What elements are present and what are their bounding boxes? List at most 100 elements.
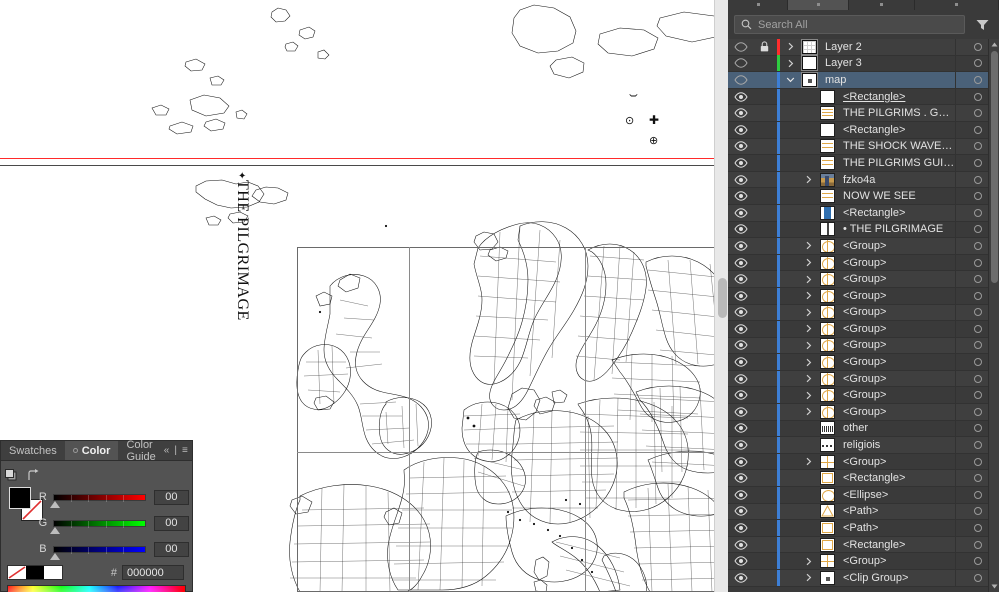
layer-row[interactable]: map bbox=[728, 72, 999, 89]
eye-open-icon[interactable] bbox=[728, 407, 754, 417]
eye-open-icon[interactable] bbox=[728, 340, 754, 350]
panel-tab-1[interactable] bbox=[728, 0, 787, 10]
layer-name[interactable]: <Rectangle> bbox=[838, 91, 955, 103]
channel-value-b[interactable]: 00 bbox=[154, 542, 189, 557]
layer-row[interactable]: <Group> bbox=[728, 305, 999, 322]
eye-open-icon[interactable] bbox=[728, 92, 754, 102]
layer-row[interactable]: <Group> bbox=[728, 454, 999, 471]
eye-open-icon[interactable] bbox=[728, 506, 754, 516]
layer-row[interactable]: <Group> bbox=[728, 238, 999, 255]
chevron-right-icon[interactable] bbox=[801, 275, 816, 284]
chevron-right-icon[interactable] bbox=[783, 42, 798, 51]
layer-name[interactable]: THE PILGRIMS GUIDE MAP bbox=[838, 157, 955, 169]
collapse-icon[interactable]: « bbox=[164, 445, 170, 456]
channel-value-r[interactable]: 00 bbox=[154, 490, 189, 505]
swap-fill-stroke-icon[interactable] bbox=[27, 469, 40, 482]
eye-open-icon[interactable] bbox=[728, 274, 754, 284]
channel-value-g[interactable]: 00 bbox=[154, 516, 189, 531]
layer-row[interactable]: <Group> bbox=[728, 288, 999, 305]
eye-open-icon[interactable] bbox=[728, 523, 754, 533]
eye-open-icon[interactable] bbox=[728, 307, 754, 317]
layer-row[interactable]: • THE PILGRIMAGE bbox=[728, 222, 999, 239]
chevron-right-icon[interactable] bbox=[801, 341, 816, 350]
layer-name[interactable]: THE SHOCK WAVES FROM ... bbox=[838, 140, 955, 152]
eye-open-icon[interactable] bbox=[728, 573, 754, 583]
layer-name[interactable]: <Rectangle> bbox=[838, 207, 955, 219]
layer-row[interactable]: THE SHOCK WAVES FROM ... bbox=[728, 139, 999, 156]
eye-open-icon[interactable] bbox=[728, 258, 754, 268]
layer-row[interactable]: <Group> bbox=[728, 271, 999, 288]
eye-closed-icon[interactable] bbox=[728, 58, 754, 68]
eye-open-icon[interactable] bbox=[728, 175, 754, 185]
eye-open-icon[interactable] bbox=[728, 390, 754, 400]
layer-name[interactable]: <Group> bbox=[838, 306, 955, 318]
eye-open-icon[interactable] bbox=[728, 556, 754, 566]
layer-name[interactable]: <Group> bbox=[838, 339, 955, 351]
chevron-right-icon[interactable] bbox=[801, 374, 816, 383]
layer-row[interactable]: religiois bbox=[728, 437, 999, 454]
color-spectrum-bar[interactable] bbox=[7, 585, 186, 592]
layer-row[interactable]: <Group> bbox=[728, 354, 999, 371]
panel-menu-icon[interactable]: ≡ bbox=[182, 445, 188, 456]
layer-row[interactable]: <Clip Group> bbox=[728, 570, 999, 587]
eye-open-icon[interactable] bbox=[728, 324, 754, 334]
layer-row[interactable]: <Path> bbox=[728, 504, 999, 521]
channel-knob-r[interactable] bbox=[50, 501, 60, 508]
chevron-right-icon[interactable] bbox=[801, 175, 816, 184]
canvas-scroll-thumb[interactable] bbox=[718, 278, 727, 318]
layer-row[interactable]: <Ellipse> bbox=[728, 487, 999, 504]
layers-scroll-thumb[interactable] bbox=[991, 51, 998, 283]
layer-name[interactable]: <Rectangle> bbox=[838, 539, 955, 551]
chevron-right-icon[interactable] bbox=[801, 573, 816, 582]
layer-name[interactable]: fzko4a bbox=[838, 174, 955, 186]
layer-row[interactable]: other bbox=[728, 421, 999, 438]
eye-open-icon[interactable] bbox=[728, 191, 754, 201]
eye-open-icon[interactable] bbox=[728, 241, 754, 251]
layer-name[interactable]: <Group> bbox=[838, 240, 955, 252]
swatch-white[interactable] bbox=[44, 566, 62, 579]
tab-color-guide[interactable]: Color Guide bbox=[118, 441, 163, 460]
eye-open-icon[interactable] bbox=[728, 423, 754, 433]
swatch-none[interactable] bbox=[8, 566, 26, 579]
layer-name[interactable]: religiois bbox=[838, 439, 955, 451]
layer-row[interactable]: <Rectangle> bbox=[728, 205, 999, 222]
layer-row[interactable]: <Group> bbox=[728, 553, 999, 570]
layer-list[interactable]: Layer 2Layer 3map<Rectangle>THE PILGRIMS… bbox=[728, 39, 999, 592]
eye-open-icon[interactable] bbox=[728, 490, 754, 500]
layers-scrollbar[interactable] bbox=[988, 39, 999, 592]
layer-name[interactable]: <Group> bbox=[838, 555, 955, 567]
filter-icon[interactable] bbox=[971, 15, 993, 34]
layer-row[interactable]: <Rectangle> bbox=[728, 537, 999, 554]
eye-open-icon[interactable] bbox=[728, 457, 754, 467]
eye-closed-icon[interactable] bbox=[728, 75, 754, 85]
chevron-right-icon[interactable] bbox=[801, 457, 816, 466]
panel-tab-layers[interactable] bbox=[788, 0, 847, 10]
layer-name[interactable]: <Group> bbox=[838, 356, 955, 368]
layer-row[interactable]: <Rectangle> bbox=[728, 470, 999, 487]
layer-name[interactable]: other bbox=[838, 422, 955, 434]
channel-slider-r[interactable] bbox=[53, 494, 146, 501]
eye-open-icon[interactable] bbox=[728, 374, 754, 384]
eye-open-icon[interactable] bbox=[728, 473, 754, 483]
eye-open-icon[interactable] bbox=[728, 208, 754, 218]
scroll-up-arrow[interactable] bbox=[989, 39, 999, 50]
layer-name[interactable]: <Group> bbox=[838, 456, 955, 468]
layer-name[interactable]: <Group> bbox=[838, 323, 955, 335]
chevron-right-icon[interactable] bbox=[783, 59, 798, 68]
layer-row[interactable]: THE PILGRIMS GUIDE MAP bbox=[728, 155, 999, 172]
layer-name[interactable]: <Path> bbox=[838, 522, 955, 534]
layer-name[interactable]: Layer 3 bbox=[820, 57, 955, 69]
layer-row[interactable]: <Path> bbox=[728, 520, 999, 537]
panel-tab-3[interactable] bbox=[849, 0, 914, 10]
eye-open-icon[interactable] bbox=[728, 540, 754, 550]
layer-name[interactable]: <Clip Group> bbox=[838, 572, 955, 584]
layer-row[interactable]: <Group> bbox=[728, 338, 999, 355]
channel-slider-b[interactable] bbox=[53, 546, 146, 553]
chevron-right-icon[interactable] bbox=[801, 358, 816, 367]
layer-row[interactable]: <Group> bbox=[728, 371, 999, 388]
layer-name[interactable]: <Rectangle> bbox=[838, 124, 955, 136]
chevron-right-icon[interactable] bbox=[801, 391, 816, 400]
scroll-down-arrow[interactable] bbox=[989, 581, 999, 592]
tab-swatches[interactable]: Swatches bbox=[1, 441, 65, 460]
eye-open-icon[interactable] bbox=[728, 440, 754, 450]
